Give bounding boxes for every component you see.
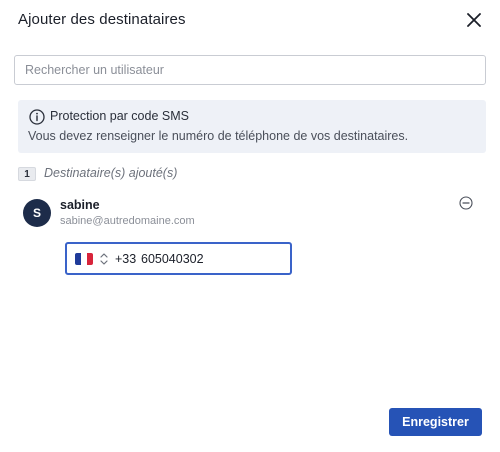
dial-code: +33 <box>115 252 137 266</box>
info-text: Vous devez renseigner le numéro de télép… <box>28 129 409 143</box>
save-button[interactable]: Enregistrer <box>389 408 482 436</box>
add-recipients-dialog: Ajouter des destinataires Protection par… <box>0 0 500 452</box>
avatar: S <box>23 199 51 227</box>
close-icon <box>467 13 481 27</box>
info-icon <box>29 109 45 125</box>
close-button[interactable] <box>464 10 484 30</box>
sms-protection-info-box: Protection par code SMS Vous devez rense… <box>18 100 486 153</box>
recipient-count-label: Destinataire(s) ajouté(s) <box>44 166 178 180</box>
country-select-chevron-icon[interactable] <box>99 251 109 267</box>
minus-circle-icon <box>459 196 473 210</box>
france-flag-icon[interactable] <box>75 253 93 265</box>
phone-input[interactable] <box>141 249 281 269</box>
remove-recipient-button[interactable] <box>459 196 473 210</box>
recipient-count-badge: 1 <box>18 167 36 181</box>
dialog-title: Ajouter des destinataires <box>18 11 186 28</box>
phone-number-field[interactable]: +33 <box>65 242 292 275</box>
info-title: Protection par code SMS <box>50 109 189 123</box>
recipient-email: sabine@autredomaine.com <box>60 215 195 227</box>
search-user-input[interactable] <box>14 55 486 85</box>
recipient-name: sabine <box>60 198 100 212</box>
